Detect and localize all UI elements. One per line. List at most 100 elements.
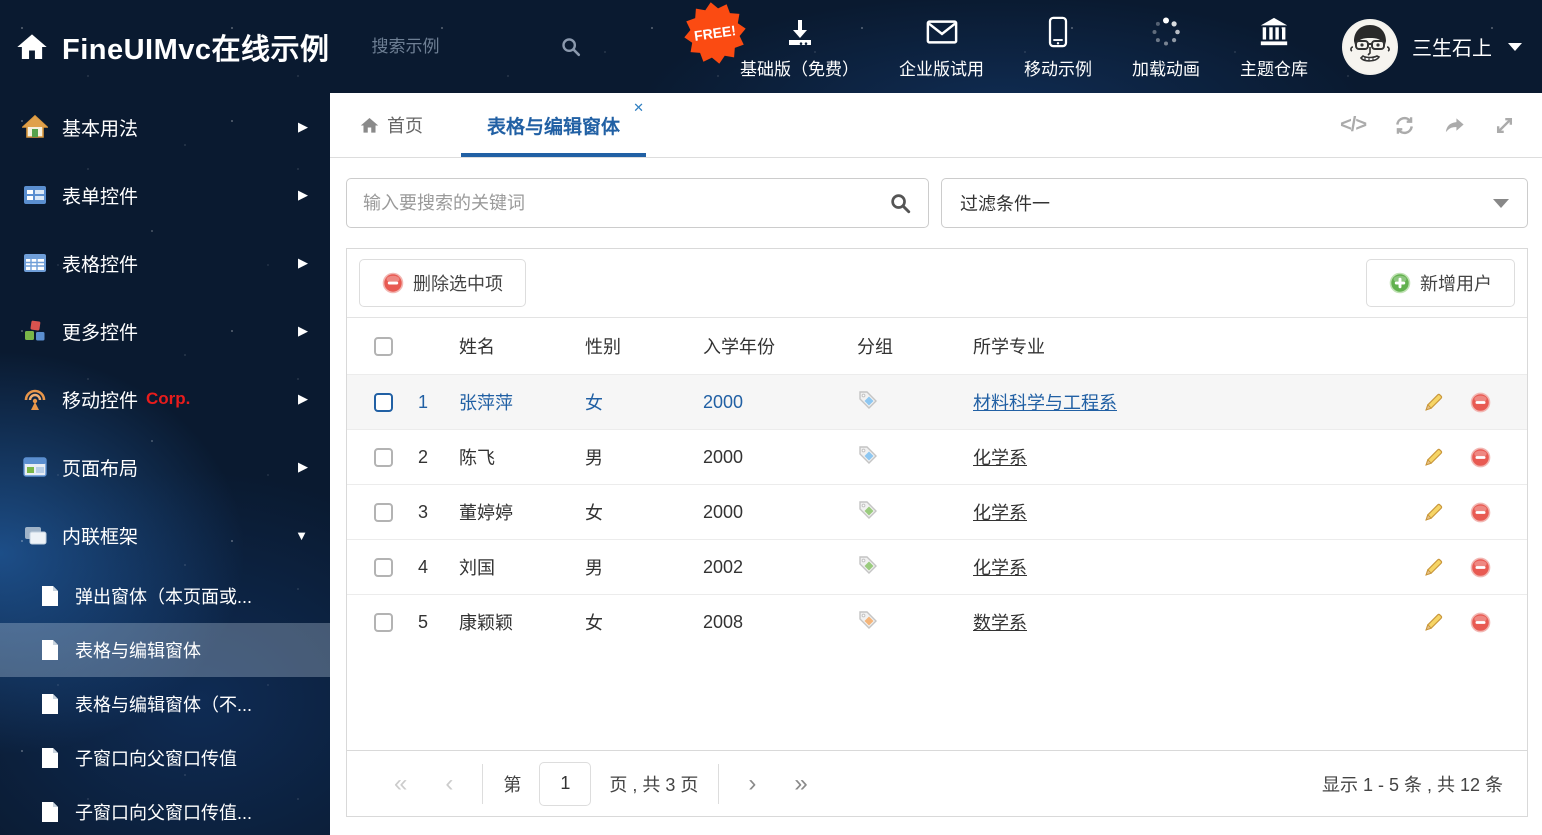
row-checkbox[interactable]	[374, 392, 393, 412]
nav-theme-repository[interactable]: 主题仓库	[1240, 14, 1308, 80]
row-checkbox[interactable]	[374, 502, 393, 522]
nav-enterprise-trial[interactable]: 企业版试用	[899, 14, 984, 80]
table-icon	[22, 250, 48, 276]
brand[interactable]: FineUIMvc在线示例	[16, 26, 330, 68]
file-icon	[40, 585, 60, 607]
filter-dropdown[interactable]: 过滤条件一	[941, 178, 1528, 228]
sidebar-item-grid-controls[interactable]: 表格控件 ▶	[0, 229, 330, 297]
expand-icon[interactable]	[1493, 114, 1516, 137]
user-name: 三生石上	[1412, 38, 1492, 60]
sidebar-subitem-popup-window[interactable]: 弹出窗体（本页面或...	[0, 569, 330, 623]
delete-icon[interactable]	[1470, 447, 1491, 468]
cubes-icon	[22, 318, 48, 344]
table-row[interactable]: 2 陈飞 男 2000 化学系	[347, 429, 1527, 484]
delete-icon[interactable]	[1470, 502, 1491, 523]
last-page-button[interactable]: »	[775, 771, 826, 796]
page-content: 过滤条件一 删除选中项	[330, 158, 1542, 835]
col-header-name[interactable]: 姓名	[453, 333, 575, 359]
table-header-row: 姓名 性别 入学年份 分组 所学专业	[347, 317, 1527, 374]
row-checkbox[interactable]	[374, 447, 393, 467]
view-source-icon[interactable]: </>	[1340, 114, 1367, 137]
edit-icon[interactable]	[1423, 502, 1444, 523]
corp-badge: Corp.	[146, 389, 191, 408]
spinner-icon	[1150, 14, 1182, 48]
sidebar-subitem-grid-edit-window[interactable]: 表格与编辑窗体	[0, 623, 330, 677]
nav-mobile-examples[interactable]: 移动示例	[1024, 14, 1092, 80]
keyword-search-box	[346, 178, 929, 228]
download-icon	[784, 14, 816, 48]
table-row[interactable]: 4 刘国 男 2002 化学系	[347, 539, 1527, 594]
delete-icon[interactable]	[1470, 557, 1491, 578]
col-header-gender[interactable]: 性别	[575, 333, 693, 359]
edit-icon[interactable]	[1423, 392, 1444, 413]
delete-icon[interactable]	[1470, 392, 1491, 413]
sidebar-subitem-child-to-parent[interactable]: 子窗口向父窗口传值	[0, 731, 330, 785]
search-icon[interactable]	[560, 36, 582, 58]
sidebar-subitem-child-to-parent-2[interactable]: 子窗口向父窗口传值...	[0, 785, 330, 835]
antenna-icon	[22, 386, 48, 412]
page-suffix: 页 , 共 3 页	[609, 774, 699, 795]
share-icon[interactable]	[1443, 114, 1466, 137]
tab-home[interactable]: 首页	[360, 93, 423, 157]
next-page-button[interactable]: ›	[729, 771, 775, 796]
cell-major: 化学系	[963, 444, 1395, 470]
refresh-icon[interactable]	[1393, 114, 1416, 137]
edit-icon[interactable]	[1423, 612, 1444, 633]
main-area: 首页 表格与编辑窗体 ✕ </> 输入要搜索的关键词 过滤条件一 删除选中项 新…	[330, 93, 1542, 835]
edit-icon[interactable]	[1423, 557, 1444, 578]
app-title: FineUIMvc在线示例	[62, 33, 330, 66]
major-link[interactable]: 化学系	[973, 448, 1027, 468]
select-all-checkbox[interactable]	[374, 336, 393, 356]
tab-home-label: 首页	[387, 116, 423, 136]
major-link[interactable]: 材料科学与工程系	[973, 393, 1117, 413]
top-search-input[interactable]	[371, 36, 522, 57]
sidebar-item-form-controls[interactable]: 表单控件 ▶	[0, 161, 330, 229]
mobile-icon	[1042, 14, 1074, 48]
chevron-down-icon: ▼	[295, 527, 308, 543]
sidebar-subitem-grid-edit-window-2[interactable]: 表格与编辑窗体（不...	[0, 677, 330, 731]
sidebar-item-basic-usage[interactable]: 基本用法 ▶	[0, 93, 330, 161]
file-icon	[40, 639, 60, 661]
row-checkbox[interactable]	[374, 557, 393, 577]
edit-icon[interactable]	[1423, 447, 1444, 468]
cell-name: 陈飞	[459, 448, 495, 468]
major-link[interactable]: 数学系	[973, 613, 1027, 633]
user-menu[interactable]: 三生石上	[1342, 18, 1522, 75]
sidebar-item-iframe[interactable]: 内联框架 ▼	[0, 501, 330, 569]
nav-basic-edition[interactable]: 基础版（免费）	[740, 14, 859, 80]
prev-page-button[interactable]: ‹	[426, 771, 472, 796]
cell-gender: 男	[585, 448, 603, 468]
cell-major: 化学系	[963, 499, 1395, 525]
pagination-bar: « ‹ 第 页 , 共 3 页 › » 显示 1 - 5 条 , 共 12 条	[347, 750, 1527, 816]
chevron-right-icon: ▶	[298, 119, 308, 134]
search-icon[interactable]	[889, 192, 912, 215]
cell-group	[843, 389, 963, 416]
cell-gender: 女	[585, 393, 603, 413]
col-header-major[interactable]: 所学专业	[963, 333, 1395, 359]
delete-icon[interactable]	[1470, 612, 1491, 633]
major-link[interactable]: 化学系	[973, 503, 1027, 523]
page-input[interactable]	[539, 761, 592, 806]
top-header: FineUIMvc在线示例 FREE! 基础版（免费） 企业版试用 移动示例	[0, 0, 1542, 93]
tab-grid-edit-window[interactable]: 表格与编辑窗体 ✕	[461, 93, 647, 157]
col-header-year[interactable]: 入学年份	[693, 333, 843, 359]
col-header-group[interactable]: 分组	[843, 333, 963, 359]
row-checkbox[interactable]	[374, 612, 393, 632]
first-page-button[interactable]: «	[375, 771, 426, 796]
close-icon[interactable]: ✕	[633, 100, 644, 116]
tab-active-label: 表格与编辑窗体	[487, 116, 621, 138]
delete-selected-button[interactable]: 删除选中项	[359, 259, 526, 307]
major-link[interactable]: 化学系	[973, 558, 1027, 578]
sidebar-item-mobile-controls[interactable]: 移动控件 Corp. ▶	[0, 365, 330, 433]
nav-loading-animations[interactable]: 加载动画	[1132, 14, 1200, 80]
table-row[interactable]: 5 康颖颖 女 2008 数学系	[347, 594, 1527, 649]
frames-icon	[22, 522, 48, 548]
sidebar-item-more-controls[interactable]: 更多控件 ▶	[0, 297, 330, 365]
cell-year: 2000	[703, 501, 744, 522]
table-row[interactable]: 3 董婷婷 女 2000 化学系	[347, 484, 1527, 539]
sidebar-item-page-layout[interactable]: 页面布局 ▶	[0, 433, 330, 501]
table-row[interactable]: 1 张萍萍 女 2000 材料科学与工程系	[347, 374, 1527, 429]
envelope-icon	[926, 14, 958, 48]
keyword-search-input[interactable]	[363, 192, 889, 214]
add-user-button[interactable]: 新增用户	[1366, 259, 1515, 307]
